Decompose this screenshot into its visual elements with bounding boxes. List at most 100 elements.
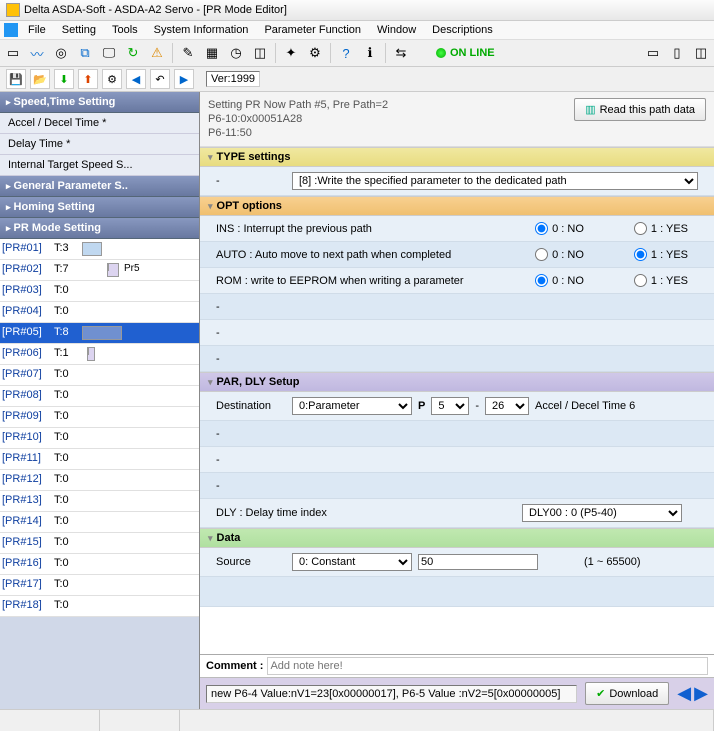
- menu-descriptions[interactable]: Descriptions: [424, 22, 501, 38]
- tb-win3-icon[interactable]: ◫: [690, 42, 712, 64]
- next-path-icon[interactable]: ▶: [694, 683, 708, 703]
- pr-row[interactable]: [PR#18]T:0: [0, 596, 199, 617]
- menu-file[interactable]: File: [20, 22, 54, 38]
- tb-link-icon[interactable]: ⇆: [390, 42, 412, 64]
- opt-dash: -: [216, 301, 220, 313]
- version-box: Ver:1999: [206, 71, 260, 87]
- tb-tool-icon[interactable]: ✦: [280, 42, 302, 64]
- p-label: P: [418, 400, 425, 412]
- pr-row[interactable]: [PR#04]T:0: [0, 302, 199, 323]
- save-icon[interactable]: 💾: [6, 69, 26, 89]
- par-dash: -: [216, 428, 220, 440]
- opt-radio[interactable]: 0 : NO: [535, 222, 584, 235]
- opt-radio[interactable]: 1 : YES: [634, 274, 688, 287]
- pr-row[interactable]: [PR#09]T:0: [0, 407, 199, 428]
- pr-row[interactable]: [PR#14]T:0: [0, 512, 199, 533]
- download-row: new P6-4 Value:nV1=23[0x00000017], P6-5 …: [200, 677, 714, 709]
- pr-row[interactable]: [PR#02]T:7Pr5: [0, 260, 199, 281]
- pr-row[interactable]: [PR#08]T:0: [0, 386, 199, 407]
- type-dash: -: [216, 175, 286, 187]
- undo-icon[interactable]: ↶: [150, 69, 170, 89]
- open-icon[interactable]: 📂: [30, 69, 50, 89]
- tb-chart-icon[interactable]: ⧉: [74, 42, 96, 64]
- pr-row[interactable]: [PR#06]T:1: [0, 344, 199, 365]
- tb-win1-icon[interactable]: ▭: [642, 42, 664, 64]
- pr-list: [PR#01]T:3[PR#02]T:7Pr5[PR#03]T:0[PR#04]…: [0, 239, 199, 617]
- type-select[interactable]: [8] :Write the specified parameter to th…: [292, 172, 698, 190]
- tb-scope-icon[interactable]: 〰: [26, 42, 48, 64]
- download-button[interactable]: ✔ Download: [585, 682, 669, 705]
- tb-gear-icon[interactable]: ⚙: [304, 42, 326, 64]
- path-line1: Setting PR Now Path #5, Pre Path=2: [208, 98, 388, 112]
- tb-win2-icon[interactable]: ▯: [666, 42, 688, 64]
- p2-select[interactable]: 26: [485, 397, 529, 415]
- sidebar-item[interactable]: Accel / Decel Time *: [0, 113, 199, 134]
- src-select[interactable]: 0: Constant: [292, 553, 412, 571]
- next-icon[interactable]: ▶: [174, 69, 194, 89]
- sidebar-group[interactable]: Homing Setting: [0, 197, 199, 218]
- tb-gauge-icon[interactable]: ◷: [225, 42, 247, 64]
- status-bar: [0, 709, 714, 731]
- pr-row[interactable]: [PR#07]T:0: [0, 365, 199, 386]
- data-section-head[interactable]: Data: [200, 528, 714, 548]
- pr-row[interactable]: [PR#15]T:0: [0, 533, 199, 554]
- tb-target-icon[interactable]: ◎: [50, 42, 72, 64]
- opt-label: INS : Interrupt the previous path: [216, 223, 516, 235]
- prev-path-icon[interactable]: ◀: [677, 683, 691, 703]
- tb-diagram-icon[interactable]: ◫: [249, 42, 271, 64]
- comment-input[interactable]: [267, 657, 708, 675]
- dly-select[interactable]: DLY00 : 0 (P5-40): [522, 504, 682, 522]
- opt-radio[interactable]: 0 : NO: [535, 248, 584, 261]
- dly-label: DLY : Delay time index: [216, 507, 516, 519]
- tb-grid-icon[interactable]: ▦: [201, 42, 223, 64]
- p1-select[interactable]: 5: [431, 397, 469, 415]
- read-path-button[interactable]: ▥ Read this path data: [574, 98, 706, 121]
- prev-icon[interactable]: ◀: [126, 69, 146, 89]
- opt-label: ROM : write to EEPROM when writing a par…: [216, 275, 516, 287]
- menu-setting[interactable]: Setting: [54, 22, 104, 38]
- import-icon[interactable]: ⬇: [54, 69, 74, 89]
- opt-radio[interactable]: 1 : YES: [634, 222, 688, 235]
- tb-alert-icon[interactable]: ⚠: [146, 42, 168, 64]
- tb-info-icon[interactable]: ℹ: [359, 42, 381, 64]
- menu-parameter-function[interactable]: Parameter Function: [256, 22, 369, 38]
- opt-radio[interactable]: 1 : YES: [634, 248, 688, 261]
- opt-dash3: -: [216, 353, 220, 365]
- menu-window[interactable]: Window: [369, 22, 424, 38]
- sidebar-item[interactable]: Delay Time *: [0, 134, 199, 155]
- par-dash2: -: [216, 454, 220, 466]
- pr-row[interactable]: [PR#11]T:0: [0, 449, 199, 470]
- pr-row[interactable]: [PR#01]T:3: [0, 239, 199, 260]
- opt-section-head[interactable]: OPT options: [200, 196, 714, 216]
- pr-row[interactable]: [PR#16]T:0: [0, 554, 199, 575]
- sidebar-group[interactable]: PR Mode Setting: [0, 218, 199, 239]
- pr-row[interactable]: [PR#17]T:0: [0, 575, 199, 596]
- sidebar-group[interactable]: General Parameter S..: [0, 176, 199, 197]
- par-section-head[interactable]: PAR, DLY Setup: [200, 372, 714, 392]
- read-icon: ▥: [585, 103, 595, 116]
- export-icon[interactable]: ⬆: [78, 69, 98, 89]
- data-value-input[interactable]: [418, 554, 538, 570]
- opt-radio[interactable]: 0 : NO: [535, 274, 584, 287]
- content-panel: Setting PR Now Path #5, Pre Path=2 P6-10…: [200, 92, 714, 709]
- window-title-bar: Delta ASDA-Soft - ASDA-A2 Servo - [PR Mo…: [0, 0, 714, 21]
- tb-monitor-icon[interactable]: 🖵: [98, 42, 120, 64]
- menu-tools[interactable]: Tools: [104, 22, 146, 38]
- type-section-head[interactable]: TYPE settings: [200, 147, 714, 167]
- main-toolbar: ▭ 〰 ◎ ⧉ 🖵 ↻ ⚠ ✎ ▦ ◷ ◫ ✦ ⚙ ? ℹ ⇆ ON LINE …: [0, 40, 714, 67]
- sidebar-group[interactable]: Speed,Time Setting: [0, 92, 199, 113]
- config-icon[interactable]: ⚙: [102, 69, 122, 89]
- sidebar-item[interactable]: Internal Target Speed S...: [0, 155, 199, 176]
- pr-row[interactable]: [PR#03]T:0: [0, 281, 199, 302]
- tb-doc-icon[interactable]: ▭: [2, 42, 24, 64]
- tb-refresh-icon[interactable]: ↻: [122, 42, 144, 64]
- dest-select[interactable]: 0:Parameter: [292, 397, 412, 415]
- pr-row[interactable]: [PR#13]T:0: [0, 491, 199, 512]
- tb-help-icon[interactable]: ?: [335, 42, 357, 64]
- menu-system-information[interactable]: System Information: [146, 22, 257, 38]
- tb-wrench-icon[interactable]: ✎: [177, 42, 199, 64]
- pr-row[interactable]: [PR#12]T:0: [0, 470, 199, 491]
- pr-row[interactable]: [PR#05]T:8: [0, 323, 199, 344]
- sidebar: Speed,Time SettingAccel / Decel Time *De…: [0, 92, 200, 709]
- pr-row[interactable]: [PR#10]T:0: [0, 428, 199, 449]
